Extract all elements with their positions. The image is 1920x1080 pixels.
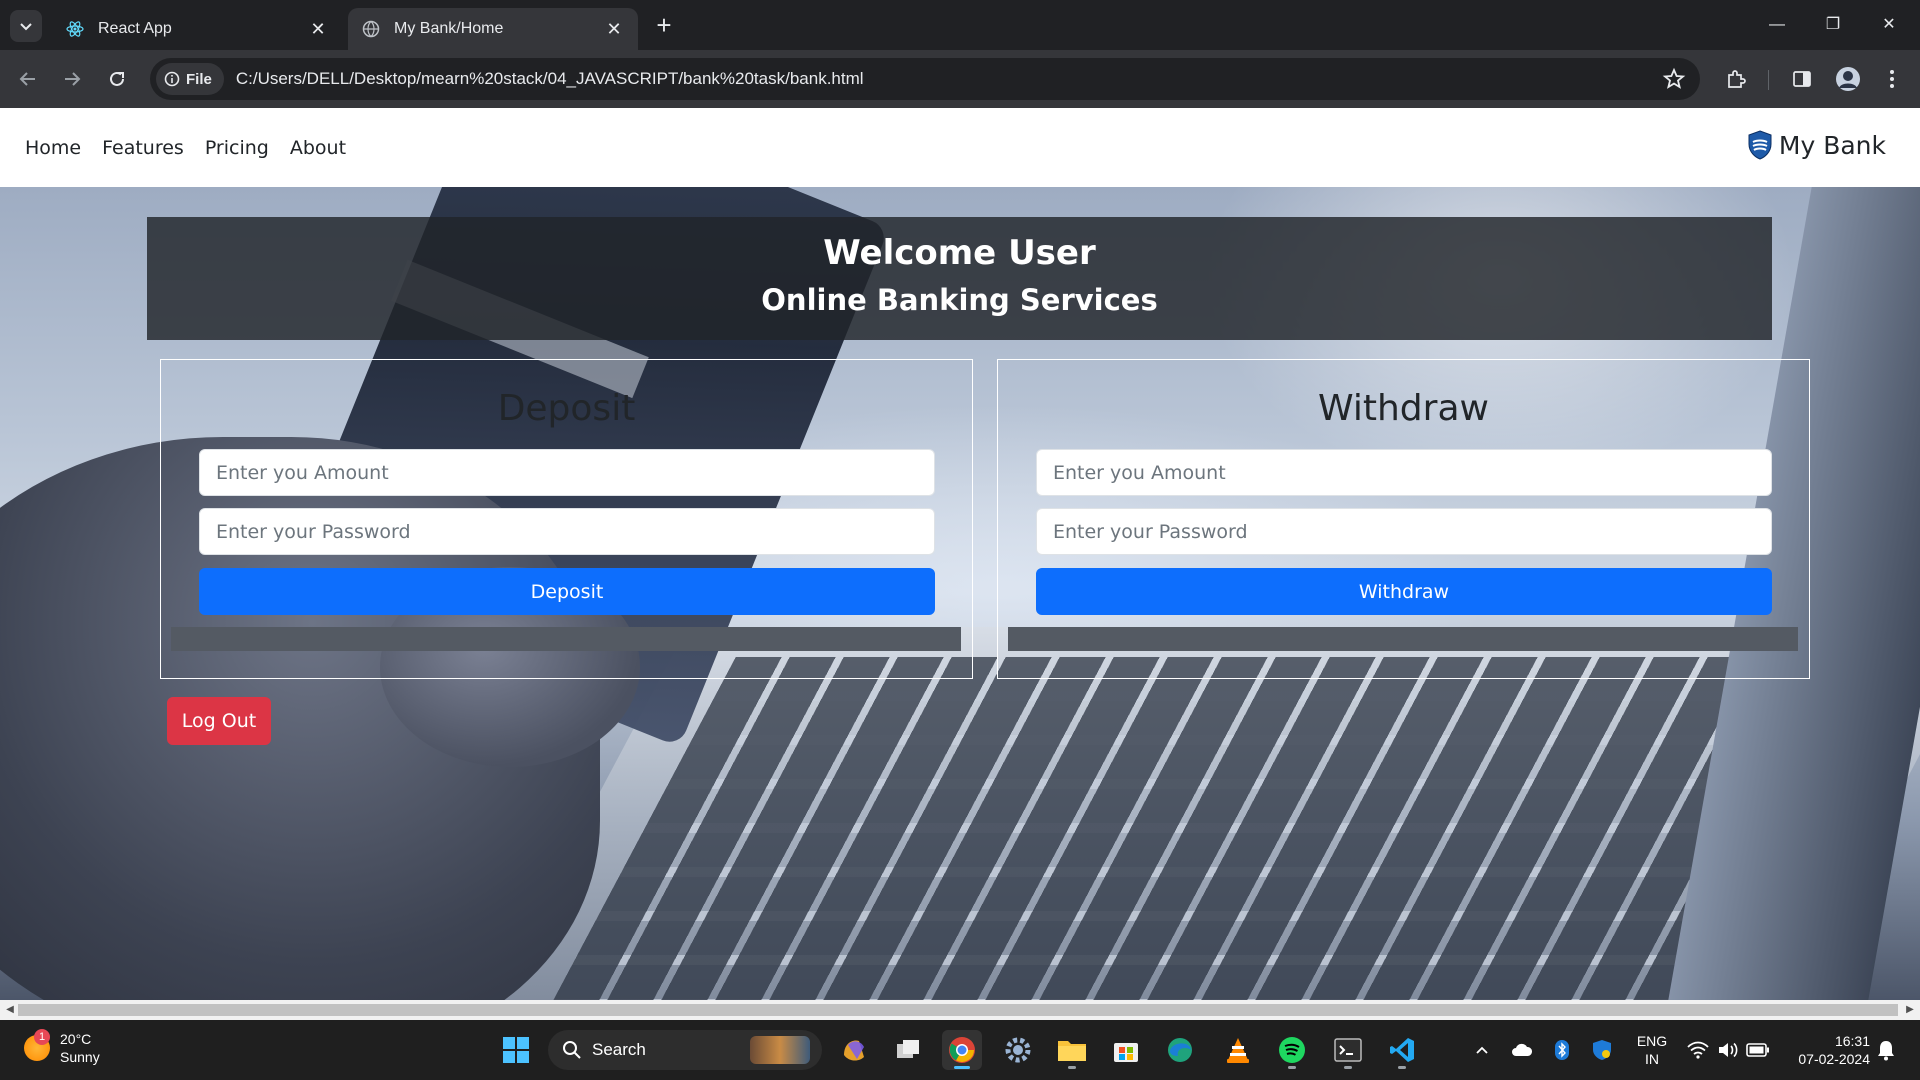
site-info-chip[interactable]: File xyxy=(156,63,224,95)
hero-background-image: Welcome User Online Banking Services Dep… xyxy=(0,187,1920,1000)
copilot-icon[interactable] xyxy=(834,1030,874,1070)
welcome-subtitle: Online Banking Services xyxy=(761,283,1158,317)
scrollbar-thumb[interactable] xyxy=(18,1004,1898,1016)
task-view-icon[interactable] xyxy=(888,1030,928,1070)
notification-badge: 1 xyxy=(34,1029,50,1045)
side-panel-icon[interactable] xyxy=(1786,63,1818,95)
weather-widget[interactable]: 1 20°C Sunny xyxy=(24,1029,100,1066)
withdraw-amount-input[interactable] xyxy=(1036,449,1772,496)
withdraw-title: Withdraw xyxy=(1318,388,1489,429)
brand-link[interactable]: My Bank xyxy=(1747,130,1886,160)
close-icon[interactable]: ✕ xyxy=(308,19,328,39)
notification-bell-icon[interactable] xyxy=(1874,1038,1898,1062)
back-icon[interactable] xyxy=(12,63,44,95)
bank-shield-icon xyxy=(1748,130,1772,160)
logout-button[interactable]: Log Out xyxy=(167,697,271,745)
withdraw-result-bar xyxy=(1008,627,1798,651)
nav-pricing[interactable]: Pricing xyxy=(205,137,269,159)
windows-start-icon[interactable] xyxy=(496,1030,536,1070)
weather-condition: Sunny xyxy=(60,1049,100,1065)
url-text[interactable]: C:/Users/DELL/Desktop/mearn%20stack/04_J… xyxy=(236,69,864,89)
edge-icon[interactable] xyxy=(1160,1030,1200,1070)
nav-about[interactable]: About xyxy=(290,137,346,159)
brand-name: My Bank xyxy=(1778,130,1886,160)
deposit-title: Deposit xyxy=(497,388,636,429)
deposit-amount-input[interactable] xyxy=(199,449,935,496)
window-close-icon[interactable]: ✕ xyxy=(1866,10,1912,40)
tab-my-bank[interactable]: My Bank/Home ✕ xyxy=(348,8,638,50)
browser-toolbar: File C:/Users/DELL/Desktop/mearn%20stack… xyxy=(0,50,1920,108)
terminal-icon[interactable] xyxy=(1328,1030,1368,1070)
file-explorer-icon[interactable] xyxy=(1052,1030,1092,1070)
deposit-panel: Deposit Deposit xyxy=(160,359,973,679)
reload-icon[interactable] xyxy=(101,63,133,95)
forward-icon[interactable] xyxy=(56,63,88,95)
tab-title: React App xyxy=(98,20,172,37)
new-tab-button[interactable]: + xyxy=(650,12,678,40)
vscode-icon[interactable] xyxy=(1382,1030,1422,1070)
site-navbar: Home Features Pricing About My Bank xyxy=(0,108,1920,187)
menu-kebab-icon[interactable] xyxy=(1876,63,1908,95)
scroll-right-icon[interactable]: ▶ xyxy=(1902,1002,1918,1018)
chevron-down-icon xyxy=(20,23,32,31)
clock[interactable]: 16:31 07-02-2024 xyxy=(1780,1032,1870,1068)
browser-tab-strip: React App ✕ My Bank/Home ✕ + — ❐ ✕ xyxy=(0,0,1920,50)
nav-home[interactable]: Home xyxy=(25,137,81,159)
search-icon xyxy=(563,1041,581,1059)
weather-temp: 20°C xyxy=(60,1031,92,1047)
address-bar[interactable]: File C:/Users/DELL/Desktop/mearn%20stack… xyxy=(150,58,1700,100)
withdraw-password-input[interactable] xyxy=(1036,508,1772,555)
sun-icon: 1 xyxy=(24,1029,50,1061)
globe-icon xyxy=(362,20,380,38)
web-page: Home Features Pricing About My Bank Welc… xyxy=(0,108,1920,1000)
scroll-left-icon[interactable]: ◀ xyxy=(2,1002,18,1018)
chevron-up-icon[interactable] xyxy=(1470,1038,1494,1062)
vlc-icon[interactable] xyxy=(1218,1030,1258,1070)
withdraw-panel: Withdraw Withdraw xyxy=(997,359,1810,679)
microsoft-store-icon[interactable] xyxy=(1106,1030,1146,1070)
close-icon[interactable]: ✕ xyxy=(604,19,624,39)
minimize-icon[interactable]: — xyxy=(1754,10,1800,40)
spotify-icon[interactable] xyxy=(1272,1030,1312,1070)
withdraw-button[interactable]: Withdraw xyxy=(1036,568,1772,615)
search-highlight-image xyxy=(750,1036,810,1064)
battery-icon[interactable] xyxy=(1746,1038,1770,1062)
language-indicator[interactable]: ENG IN xyxy=(1630,1032,1674,1068)
tab-search-button[interactable] xyxy=(10,10,42,42)
language-region: IN xyxy=(1645,1051,1659,1067)
deposit-result-bar xyxy=(171,627,961,651)
windows-taskbar: 1 20°C Sunny Search ENG IN 16:31 07-02-2… xyxy=(0,1020,1920,1080)
site-chip-label: File xyxy=(186,70,212,88)
security-shield-icon[interactable] xyxy=(1590,1038,1614,1062)
volume-icon[interactable] xyxy=(1716,1038,1740,1062)
bookmark-star-icon[interactable] xyxy=(1662,67,1686,96)
deposit-button[interactable]: Deposit xyxy=(199,568,935,615)
tab-title: My Bank/Home xyxy=(394,20,504,37)
onedrive-cloud-icon[interactable] xyxy=(1510,1038,1534,1062)
bluetooth-icon[interactable] xyxy=(1550,1038,1574,1062)
clock-date: 07-02-2024 xyxy=(1798,1051,1870,1067)
welcome-title: Welcome User xyxy=(823,233,1096,273)
react-logo-icon xyxy=(66,20,84,38)
taskbar-search-label: Search xyxy=(592,1040,646,1059)
restore-icon[interactable]: ❐ xyxy=(1810,10,1856,40)
nav-features[interactable]: Features xyxy=(102,137,184,159)
taskbar-search[interactable]: Search xyxy=(548,1030,822,1070)
chrome-taskbar-icon[interactable] xyxy=(942,1030,982,1070)
language-code: ENG xyxy=(1636,1033,1668,1049)
toolbar-separator xyxy=(1768,70,1769,90)
horizontal-scrollbar[interactable]: ◀ ▶ xyxy=(0,1000,1920,1020)
extensions-icon[interactable] xyxy=(1720,63,1752,95)
info-icon xyxy=(164,71,180,87)
wifi-icon[interactable] xyxy=(1686,1038,1710,1062)
deposit-password-input[interactable] xyxy=(199,508,935,555)
tab-react-app[interactable]: React App ✕ xyxy=(52,8,342,50)
welcome-banner: Welcome User Online Banking Services xyxy=(147,217,1772,340)
profile-avatar-icon[interactable] xyxy=(1832,63,1864,95)
clock-time: 16:31 xyxy=(1834,1033,1870,1049)
settings-gear-icon[interactable] xyxy=(998,1030,1038,1070)
